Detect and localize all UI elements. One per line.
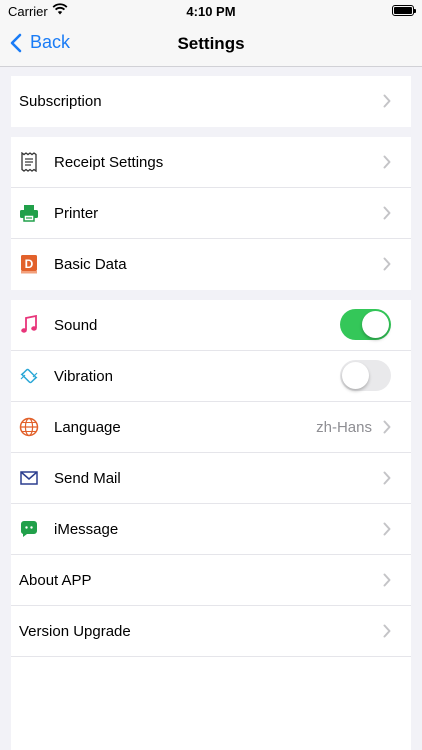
row-subscription[interactable]: Subscription xyxy=(11,76,411,127)
navigation-bar: Back Settings xyxy=(0,22,422,67)
row-receipt-settings[interactable]: Receipt Settings xyxy=(11,137,411,188)
language-label: Language xyxy=(54,418,121,436)
sound-toggle[interactable] xyxy=(340,309,391,340)
globe-icon xyxy=(19,417,39,437)
chevron-right-icon xyxy=(383,206,391,220)
chevron-right-icon xyxy=(383,420,391,434)
send-mail-label: Send Mail xyxy=(54,469,121,487)
chevron-right-icon xyxy=(383,522,391,536)
message-icon xyxy=(19,519,39,539)
toggle-knob xyxy=(342,362,369,389)
page-title: Settings xyxy=(177,34,245,53)
row-basic-data[interactable]: D Basic Data xyxy=(11,239,411,290)
status-bar: Carrier 4:10 PM xyxy=(0,0,422,22)
chevron-right-icon xyxy=(383,471,391,485)
vibration-icon xyxy=(19,366,39,386)
chevron-right-icon xyxy=(383,257,391,271)
setup-group: Receipt Settings Printer D Basic Data xyxy=(11,137,411,290)
row-version-upgrade[interactable]: Version Upgrade xyxy=(11,606,411,657)
row-send-mail[interactable]: Send Mail xyxy=(11,453,411,504)
svg-text:D: D xyxy=(25,257,34,271)
toggle-knob xyxy=(362,311,389,338)
receipt-settings-label: Receipt Settings xyxy=(54,153,164,171)
row-about-app[interactable]: About APP xyxy=(11,555,411,606)
printer-label: Printer xyxy=(54,204,99,222)
about-app-label: About APP xyxy=(19,571,92,589)
subscription-label: Subscription xyxy=(19,93,102,110)
basic-data-icon: D xyxy=(19,254,39,274)
chevron-right-icon xyxy=(383,94,391,108)
version-upgrade-label: Version Upgrade xyxy=(19,622,131,640)
vibration-toggle[interactable] xyxy=(340,360,391,391)
printer-icon xyxy=(19,203,39,223)
chevron-right-icon xyxy=(383,573,391,587)
vibration-label: Vibration xyxy=(54,367,113,385)
imessage-label: iMessage xyxy=(54,520,119,538)
empty-list-area xyxy=(11,657,411,750)
music-note-icon xyxy=(19,315,39,335)
preferences-group: Sound Vibration Language zh-Hans Send Ma… xyxy=(11,300,411,657)
chevron-right-icon xyxy=(383,624,391,638)
sound-label: Sound xyxy=(54,316,98,334)
basic-data-label: Basic Data xyxy=(54,256,127,273)
battery-icon xyxy=(392,5,416,16)
subscription-group: Subscription xyxy=(11,76,411,127)
row-language[interactable]: Language zh-Hans xyxy=(11,402,411,453)
row-sound: Sound xyxy=(11,300,411,351)
receipt-icon xyxy=(19,152,39,172)
row-printer[interactable]: Printer xyxy=(11,188,411,239)
mail-icon xyxy=(19,468,39,488)
status-time: 4:10 PM xyxy=(186,4,236,19)
row-imessage[interactable]: iMessage xyxy=(11,504,411,555)
row-vibration: Vibration xyxy=(11,351,411,402)
chevron-right-icon xyxy=(383,155,391,169)
language-value: zh-Hans xyxy=(316,418,372,436)
